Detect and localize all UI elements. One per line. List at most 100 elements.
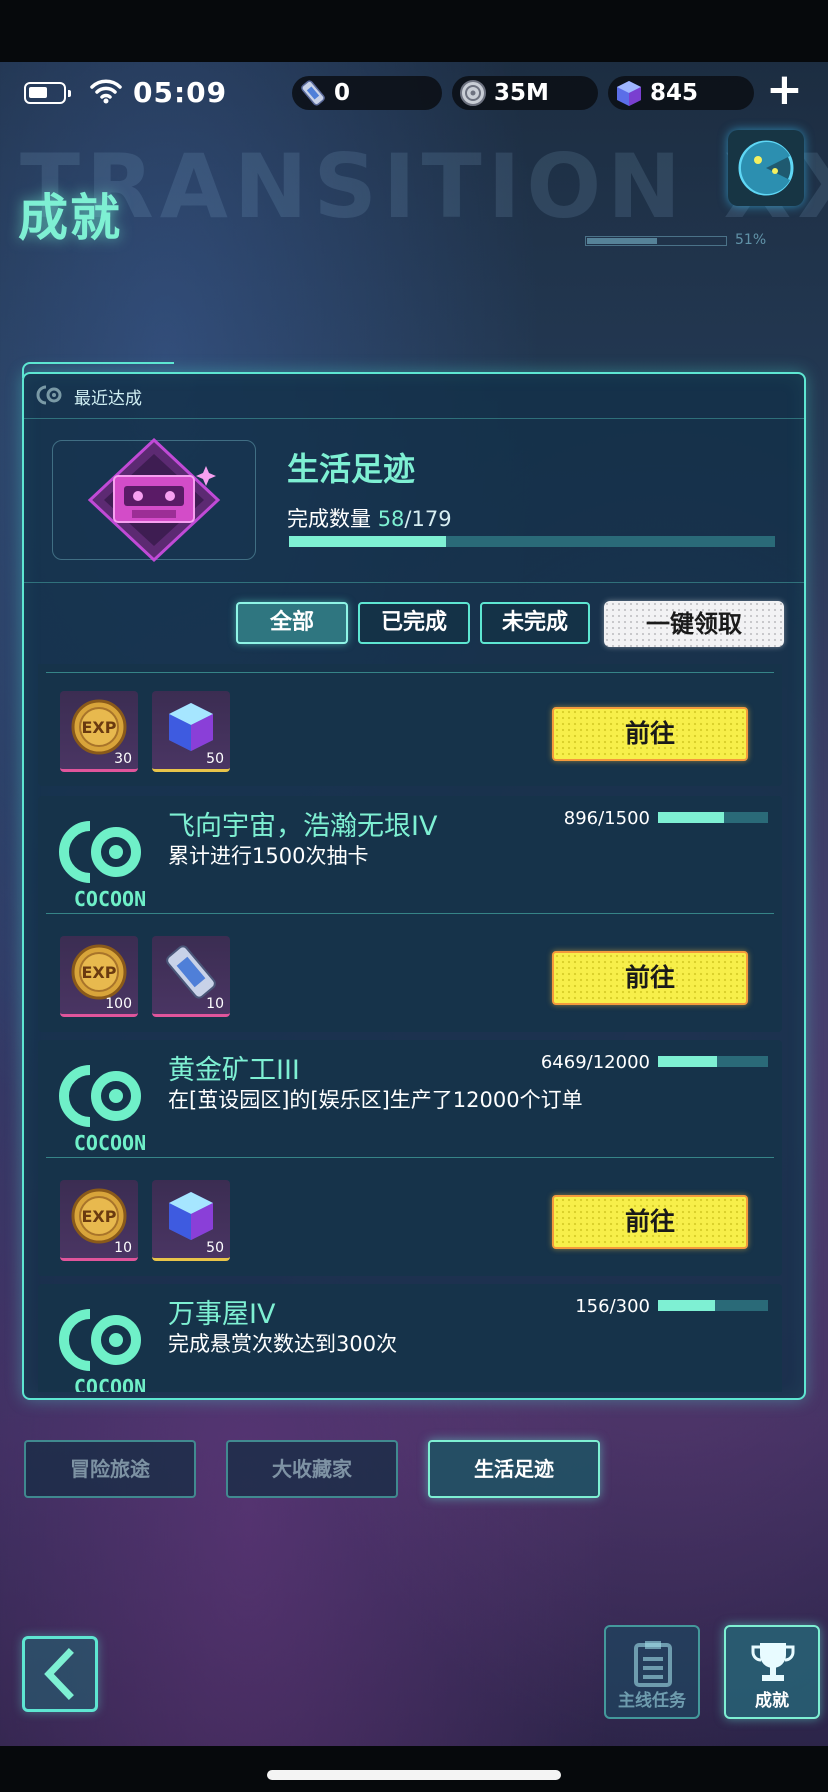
- filter-done-button[interactable]: 已完成: [358, 602, 470, 644]
- achievement-nav-button[interactable]: 成就: [724, 1625, 820, 1719]
- achievement-list[interactable]: EXP 30 50 前往 COCOON 飞向宇宙，浩瀚无垠IV 累计进行1500…: [38, 664, 782, 1392]
- tab-life-footprints[interactable]: 生活足迹: [428, 1440, 600, 1498]
- svg-text:EXP: EXP: [82, 718, 117, 737]
- svg-text:COCOON: COCOON: [74, 1375, 146, 1392]
- exp-coin-icon: EXP: [71, 1188, 127, 1244]
- gem-count: 845: [650, 80, 699, 106]
- chevron-left-icon: [44, 1648, 74, 1700]
- cocoon-logo-icon: [36, 385, 62, 405]
- reward-qty: 10: [114, 1240, 132, 1256]
- reward-ticket[interactable]: 10: [152, 936, 230, 1017]
- achievement-progress-text: 896/1500: [563, 808, 650, 829]
- cassette-badge-icon: [87, 437, 221, 563]
- status-bar: 05:09 0 35M 845 +: [0, 64, 828, 120]
- divider: [24, 418, 804, 419]
- reward-gem[interactable]: 50: [152, 691, 230, 772]
- progress-fill: [658, 1300, 716, 1311]
- reward-qty: 100: [105, 996, 132, 1012]
- count-done: 58: [377, 507, 405, 531]
- coin-icon: [460, 80, 486, 106]
- tab-adventure[interactable]: 冒险旅途: [24, 1440, 196, 1498]
- achievement-nav-label: 成就: [755, 1691, 789, 1711]
- category-title: 生活足迹: [287, 450, 416, 488]
- reward-qty: 50: [206, 1240, 224, 1256]
- deco-percent: 51%: [735, 232, 767, 248]
- achievement-desc: 在[茧设园区]的[娱乐区]生产了12000个订单: [168, 1088, 583, 1112]
- reward-qty: 30: [114, 751, 132, 767]
- achievement-title: 飞向宇宙，浩瀚无垠IV: [168, 811, 438, 842]
- progress-fill: [658, 812, 724, 823]
- completion-progress-fill: [289, 536, 447, 547]
- avatar[interactable]: [728, 130, 804, 206]
- ticket-count: 0: [334, 80, 351, 106]
- bottom-bezel: [0, 1746, 828, 1792]
- reward-exp[interactable]: EXP 100: [60, 936, 138, 1017]
- deco-progress: [585, 236, 727, 246]
- clock-time: 05:09: [133, 76, 228, 109]
- svg-text:EXP: EXP: [82, 1207, 117, 1226]
- achievement-progress-bar: [658, 1056, 768, 1067]
- cube-gem-icon: [169, 1192, 213, 1240]
- completion-progress-bar: [289, 536, 775, 547]
- filter-all-button[interactable]: 全部: [236, 602, 348, 644]
- page-title: 成就: [18, 189, 122, 247]
- back-button[interactable]: [22, 1636, 98, 1712]
- go-button[interactable]: 前往: [552, 707, 748, 761]
- go-button[interactable]: 前往: [552, 1195, 748, 1249]
- tab-collector[interactable]: 大收藏家: [226, 1440, 398, 1498]
- main-quest-button[interactable]: 主线任务: [604, 1625, 700, 1719]
- title-decoration: TRANSITION XX: [20, 135, 828, 238]
- cocoon-logo-icon: COCOON: [59, 1309, 146, 1392]
- divider: [46, 1157, 774, 1158]
- coin-resource[interactable]: 35M: [452, 76, 598, 110]
- achievement-title: 黄金矿工III: [168, 1055, 300, 1086]
- recent-label: 最近达成: [74, 389, 142, 409]
- ticket-icon: [301, 80, 325, 106]
- achievement-card: COCOON 万事屋IV 完成悬赏次数达到300次 156/300: [38, 1284, 782, 1392]
- gem-resource[interactable]: 845: [608, 76, 754, 110]
- achievement-progress-text: 6469/12000: [540, 1052, 650, 1073]
- cube-gem-icon: [617, 81, 641, 106]
- achievement-card: COCOON 黄金矿工III 在[茧设园区]的[娱乐区]生产了12000个订单 …: [38, 1040, 782, 1276]
- home-indicator[interactable]: [267, 1770, 561, 1780]
- progress-fill: [658, 1056, 718, 1067]
- achievement-card: EXP 30 50 前往: [38, 664, 782, 786]
- battery-icon: [24, 82, 71, 104]
- svg-text:COCOON: COCOON: [74, 1131, 146, 1154]
- top-bezel: [0, 0, 828, 62]
- trophy-icon: [751, 1643, 795, 1681]
- divider: [46, 672, 774, 673]
- achievement-title: 万事屋IV: [168, 1299, 276, 1330]
- divider: [24, 582, 804, 583]
- claim-all-button[interactable]: 一键领取: [604, 601, 784, 647]
- reward-exp[interactable]: EXP 30: [60, 691, 138, 772]
- cocoon-logo-icon: COCOON: [59, 1065, 146, 1154]
- completion-count: 完成数量 58/179: [287, 503, 452, 533]
- ticket-resource[interactable]: 0: [292, 76, 442, 110]
- ticket-icon: [166, 945, 216, 999]
- achievement-desc: 累计进行1500次抽卡: [168, 844, 369, 868]
- reward-qty: 10: [206, 996, 224, 1012]
- achievement-progress-bar: [658, 1300, 768, 1311]
- exp-coin-icon: EXP: [71, 944, 127, 1000]
- count-label: 完成数量: [287, 507, 371, 531]
- pacman-avatar-icon: [738, 140, 794, 196]
- reward-gem[interactable]: 50: [152, 1180, 230, 1261]
- divider: [46, 913, 774, 914]
- svg-text:EXP: EXP: [82, 963, 117, 982]
- achievement-progress-bar: [658, 812, 768, 823]
- go-button[interactable]: 前往: [552, 951, 748, 1005]
- main-quest-label: 主线任务: [618, 1691, 686, 1711]
- cocoon-logo-icon: COCOON: [59, 821, 146, 910]
- wifi-icon: [90, 79, 122, 104]
- reward-exp[interactable]: EXP 10: [60, 1180, 138, 1261]
- reward-qty: 50: [206, 751, 224, 767]
- count-total: /179: [404, 507, 452, 531]
- exp-coin-icon: EXP: [71, 699, 127, 755]
- filter-undone-button[interactable]: 未完成: [480, 602, 590, 644]
- add-currency-button[interactable]: +: [766, 68, 803, 112]
- achievement-progress-text: 156/300: [575, 1296, 650, 1317]
- svg-text:COCOON: COCOON: [74, 887, 146, 910]
- cube-gem-icon: [169, 703, 213, 751]
- coin-count: 35M: [494, 80, 549, 106]
